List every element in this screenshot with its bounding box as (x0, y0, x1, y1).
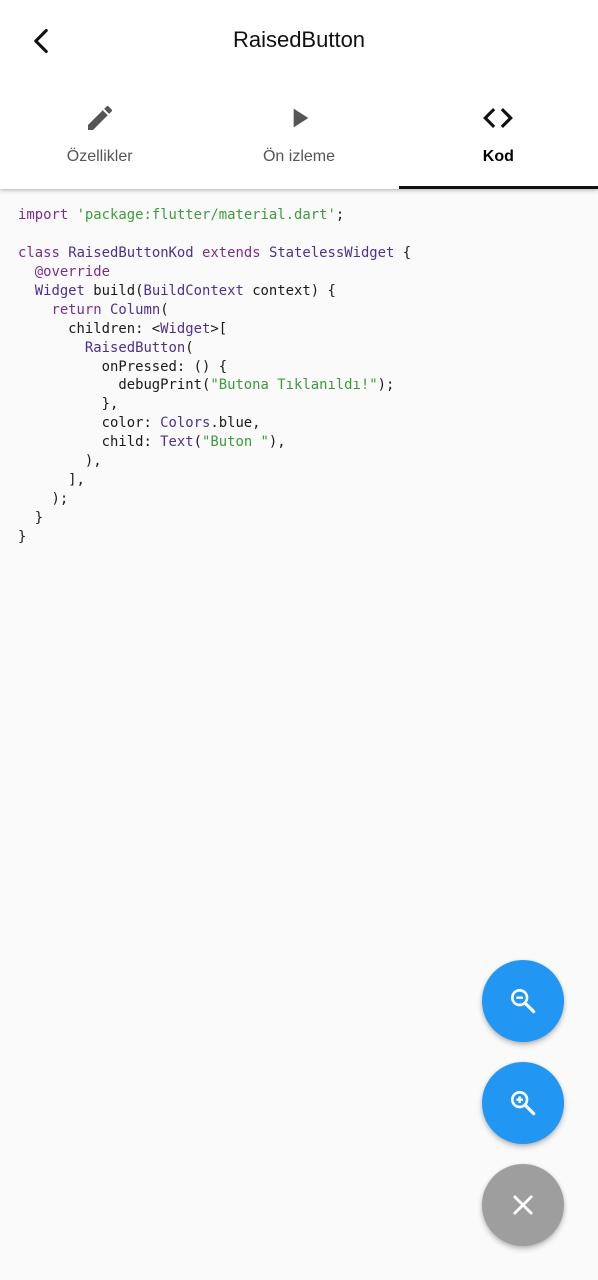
code-token: debugPrint( (18, 377, 211, 394)
zoom-in-button[interactable] (482, 1062, 564, 1144)
code-token: Widget (34, 282, 85, 299)
code-token: } (18, 510, 44, 526)
code-token: Widget (160, 320, 211, 337)
tab-preview[interactable]: Ön izleme (199, 82, 398, 189)
tab-indicator (0, 186, 199, 189)
code-token: extends (202, 244, 261, 261)
code-line: } (18, 509, 588, 528)
code-line: ); (18, 490, 588, 509)
code-line: child: Text("Buton "), (18, 433, 588, 452)
code-token: RaisedButtonKod (68, 244, 194, 261)
code-token: }, (18, 396, 119, 413)
code-line: debugPrint("Butona Tıklanıldı!"); (18, 376, 588, 395)
zoom-out-button[interactable] (482, 960, 564, 1042)
code-line: children: <Widget>[ (18, 320, 588, 339)
play-icon (283, 100, 315, 136)
code-line: Widget build(BuildContext context) { (18, 282, 588, 301)
code-token: ), (18, 453, 102, 470)
code-token: children: < (18, 320, 161, 337)
code-line: onPressed: () { (18, 358, 588, 377)
close-button[interactable] (482, 1164, 564, 1246)
code-line: return Column( (18, 301, 588, 320)
code-token: 'package:flutter/material.dart' (76, 207, 336, 223)
code-line: color: Colors.blue, (18, 414, 588, 433)
tab-code[interactable]: Kod (398, 82, 598, 189)
code-line: @override (18, 263, 588, 282)
tab-label: Özellikler (66, 148, 133, 165)
code-token: class (18, 244, 60, 261)
code-token: context) { (243, 282, 336, 299)
code-line: }, (18, 395, 588, 414)
code-token: StatelessWidget (268, 244, 395, 261)
code-line: RaisedButton( (18, 339, 588, 358)
code-line: } (18, 528, 588, 547)
code-icon (481, 100, 515, 136)
code-token: ( (160, 301, 169, 318)
code-line: ], (18, 471, 588, 490)
code-token: color: (18, 415, 161, 432)
code-token: @override (34, 263, 111, 280)
code-token: onPressed: () { (18, 358, 228, 375)
code-token: build( (84, 282, 144, 299)
code-line: ), (18, 452, 588, 471)
code-token: } (18, 528, 27, 545)
tab-label: Kod (482, 148, 514, 165)
code-token: "Butona Tıklanıldı!" (210, 377, 378, 394)
code-token: import (18, 207, 69, 223)
tab-indicator (199, 186, 398, 189)
zoom-in-icon (510, 1091, 536, 1116)
tab-bar: Özellikler Ön izleme Kod (0, 82, 598, 189)
app-bar: RaisedButton Özellikler Ön izleme Kod (0, 0, 598, 189)
code-token: >[ (210, 320, 228, 337)
code-token: ), (268, 434, 286, 451)
code-token: ); (18, 491, 69, 508)
zoom-out-icon (510, 989, 536, 1014)
tab-properties[interactable]: Özellikler (0, 82, 199, 189)
edit-pencil-icon (84, 100, 116, 136)
code-token: Colors (160, 415, 211, 432)
code-token: ; (335, 207, 345, 223)
code-token: Column (110, 301, 161, 318)
code-token: "Buton " (202, 434, 269, 451)
code-token: ); (377, 377, 395, 394)
toolbar: RaisedButton (0, 0, 598, 82)
code-token: .blue, (210, 415, 261, 432)
code-view: import 'package:flutter/material.dart'; c… (18, 206, 588, 547)
code-token: Text (160, 434, 194, 451)
code-line: class RaisedButtonKod extends StatelessW… (18, 244, 588, 263)
code-token: return (51, 301, 102, 318)
page-title: RaisedButton (232, 27, 366, 52)
code-token: ], (18, 472, 85, 489)
tab-label: Ön izleme (262, 148, 335, 165)
code-token: BuildContext (143, 282, 244, 299)
close-icon (513, 1195, 533, 1215)
code-token: { (394, 244, 412, 261)
code-line: import 'package:flutter/material.dart'; (18, 206, 588, 225)
code-token: ( (185, 339, 194, 356)
tab-indicator-active (398, 186, 598, 189)
code-token: ( (193, 434, 202, 451)
code-token: child: (18, 434, 161, 451)
code-token: RaisedButton (84, 339, 186, 356)
